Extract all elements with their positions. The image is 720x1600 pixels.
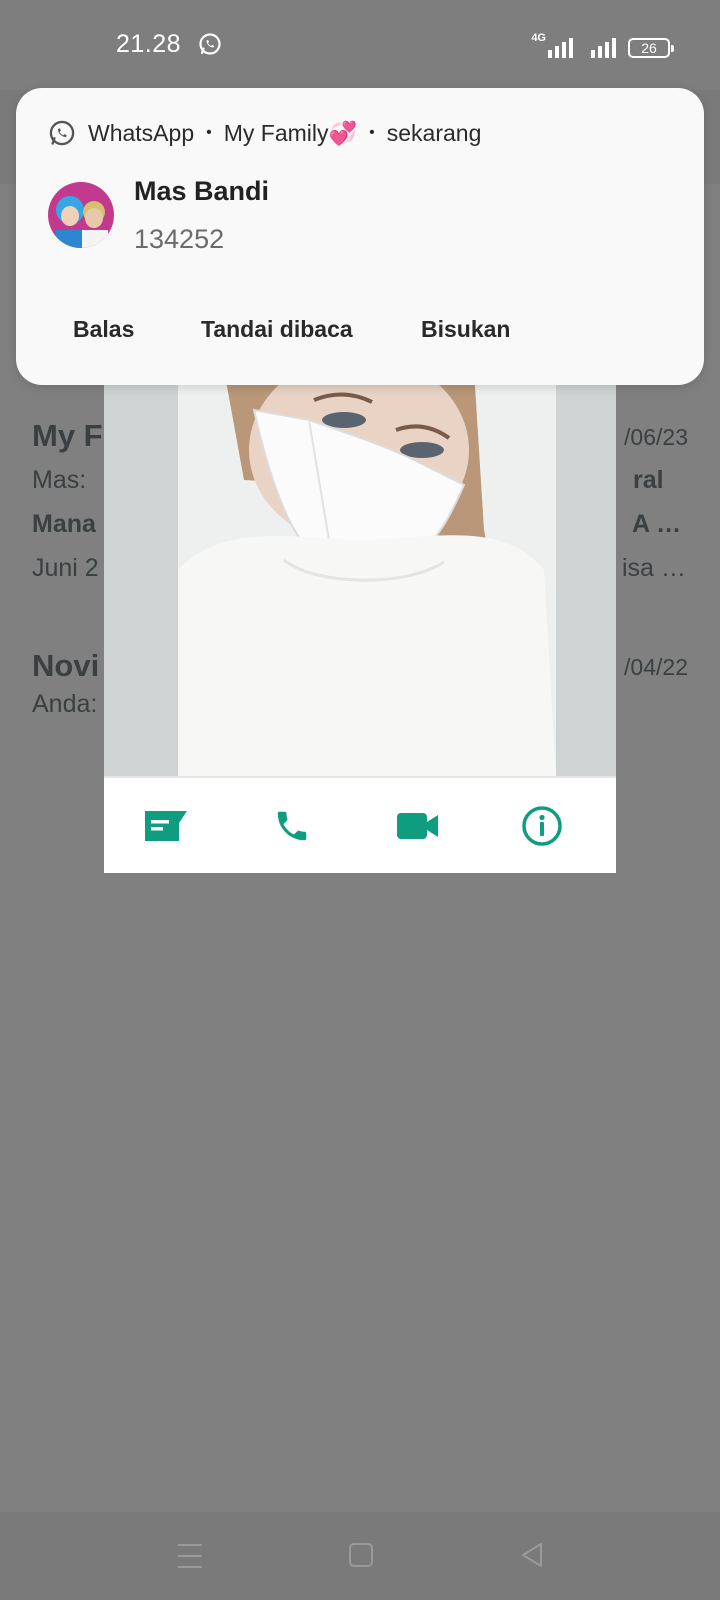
info-button[interactable] <box>518 802 566 850</box>
status-bar: 21.28 4G 26 <box>0 0 720 90</box>
profile-actions-bar <box>104 776 616 873</box>
video-call-button[interactable] <box>394 802 442 850</box>
notification-time: sekarang <box>386 119 482 146</box>
battery-level: 26 <box>641 40 657 56</box>
signal-icon <box>548 38 573 58</box>
reply-button[interactable]: Balas <box>73 316 134 343</box>
signal-icon-2 <box>591 38 616 58</box>
video-icon <box>397 813 438 839</box>
navigation-bar <box>0 1512 720 1600</box>
chat-preview-fragment: ral <box>633 466 664 494</box>
phone-icon <box>277 811 307 841</box>
status-indicators: 4G 26 <box>531 32 674 58</box>
whatsapp-status-icon <box>199 33 221 55</box>
chat-time: /06/23 <box>624 424 688 450</box>
message-icon <box>145 811 187 841</box>
sender-avatar <box>48 182 114 248</box>
mark-read-button[interactable]: Tandai dibaca <box>201 316 353 343</box>
notification-header: WhatsApp • My Family💞 • sekarang <box>48 118 481 148</box>
notification-message: 134252 <box>134 224 225 254</box>
chat-preview-line: Anda: <box>32 690 98 718</box>
notification-group-name: My Family💞 <box>223 119 358 146</box>
separator-dot: • <box>369 124 375 141</box>
chat-preview-fragment: A … <box>632 510 682 538</box>
mute-button[interactable]: Bisukan <box>421 316 510 343</box>
home-icon[interactable] <box>341 1538 381 1574</box>
chat-preview-line: Mas: <box>32 466 87 494</box>
avatar-image <box>48 182 114 248</box>
network-type: 4G <box>531 32 546 44</box>
separator-dot: • <box>206 124 212 141</box>
chat-name: My F <box>32 418 103 453</box>
whatsapp-icon <box>49 120 75 146</box>
notification-actions: Balas Tandai dibaca Bisukan <box>16 306 704 356</box>
chat-name: Novi <box>32 648 100 683</box>
info-icon <box>522 806 562 846</box>
chat-preview-line: Mana <box>32 510 96 538</box>
menu-icon[interactable] <box>170 1538 210 1574</box>
battery-icon: 26 <box>628 38 674 58</box>
notification-sender: Mas Bandi <box>134 176 270 206</box>
back-icon[interactable] <box>513 1538 553 1574</box>
chat-preview-line: Juni 2 <box>32 554 99 582</box>
status-time: 21.28 <box>116 30 182 58</box>
chat-time: /04/22 <box>624 654 688 680</box>
call-button[interactable] <box>268 802 316 850</box>
chat-preview-fragment: isa … <box>622 554 686 582</box>
notification-card[interactable]: WhatsApp • My Family💞 • sekarang Mas Ban… <box>16 88 704 385</box>
message-button[interactable] <box>142 802 190 850</box>
notification-app-name: WhatsApp <box>88 119 195 146</box>
